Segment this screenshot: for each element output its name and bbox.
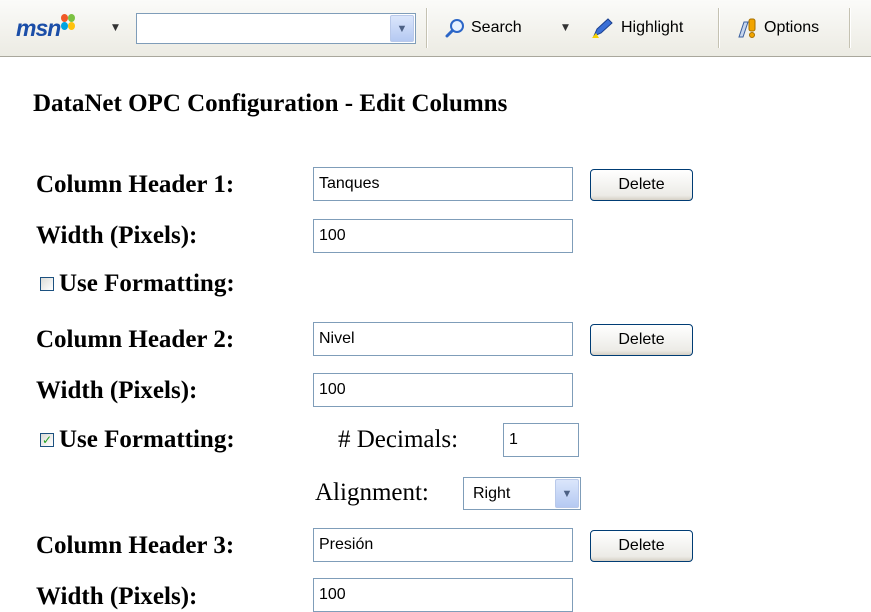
options-icon (738, 18, 756, 38)
column-2-decimals-label: # Decimals: (338, 426, 459, 453)
column-header-3-input[interactable] (313, 528, 573, 562)
magnifier-icon (445, 19, 464, 38)
column-2-alignment-select[interactable]: Right ▼ (463, 477, 581, 510)
column-header-1-input[interactable] (313, 167, 573, 201)
msn-butterfly-icon (61, 14, 76, 30)
column-2-alignment-value: Right (473, 485, 511, 502)
search-input[interactable] (137, 14, 389, 41)
column-2-width-label: Width (Pixels): (36, 377, 198, 404)
delete-column-1-button[interactable]: Delete (590, 169, 693, 201)
alignment-chevron-down-icon[interactable]: ▼ (555, 479, 579, 508)
column-1-use-formatting: Use Formatting: (40, 269, 235, 299)
column-2-width-input[interactable] (313, 373, 573, 407)
column-3-width-label: Width (Pixels): (36, 583, 198, 610)
column-2-use-formatting-checkbox[interactable]: ✓ (40, 433, 54, 447)
column-2-use-formatting: ✓ Use Formatting: (40, 425, 235, 455)
page-title: DataNet OPC Configuration - Edit Columns (33, 90, 508, 117)
search-button-label: Search (471, 19, 522, 36)
column-header-1-label: Column Header 1: (36, 171, 235, 198)
msn-logo[interactable]: msn (16, 0, 76, 56)
column-2-alignment-label: Alignment: (315, 479, 429, 506)
delete-column-3-button[interactable]: Delete (590, 530, 693, 562)
check-mark-icon: ✓ (41, 433, 53, 447)
msn-logo-text: msn (16, 14, 61, 41)
msn-menu-chevron-down-icon[interactable]: ▼ (112, 0, 119, 56)
column-2-use-formatting-label: Use Formatting: (59, 426, 235, 453)
options-button[interactable]: Options (736, 0, 819, 56)
column-1-width-input[interactable] (313, 219, 573, 253)
msn-toolbar: msn ▼ ▼ Search ▼ Highlight Options (0, 0, 871, 57)
search-button[interactable]: Search (445, 0, 522, 56)
column-header-3-label: Column Header 3: (36, 532, 235, 559)
column-1-use-formatting-label: Use Formatting: (59, 270, 235, 297)
column-1-use-formatting-checkbox[interactable] (40, 277, 54, 291)
delete-column-2-button[interactable]: Delete (590, 324, 693, 356)
column-header-2-input[interactable] (313, 322, 573, 356)
search-dropdown-chevron-down-icon[interactable]: ▼ (390, 15, 414, 42)
column-2-decimals-input[interactable] (503, 423, 579, 457)
search-combo[interactable]: ▼ (136, 13, 416, 44)
search-options-chevron-down-icon[interactable]: ▼ (562, 0, 569, 56)
highlighter-icon (592, 18, 613, 38)
highlight-button[interactable]: Highlight (591, 0, 683, 56)
options-button-label: Options (764, 19, 820, 36)
column-1-width-label: Width (Pixels): (36, 222, 198, 249)
column-header-2-label: Column Header 2: (36, 326, 235, 353)
highlight-button-label: Highlight (621, 19, 684, 36)
